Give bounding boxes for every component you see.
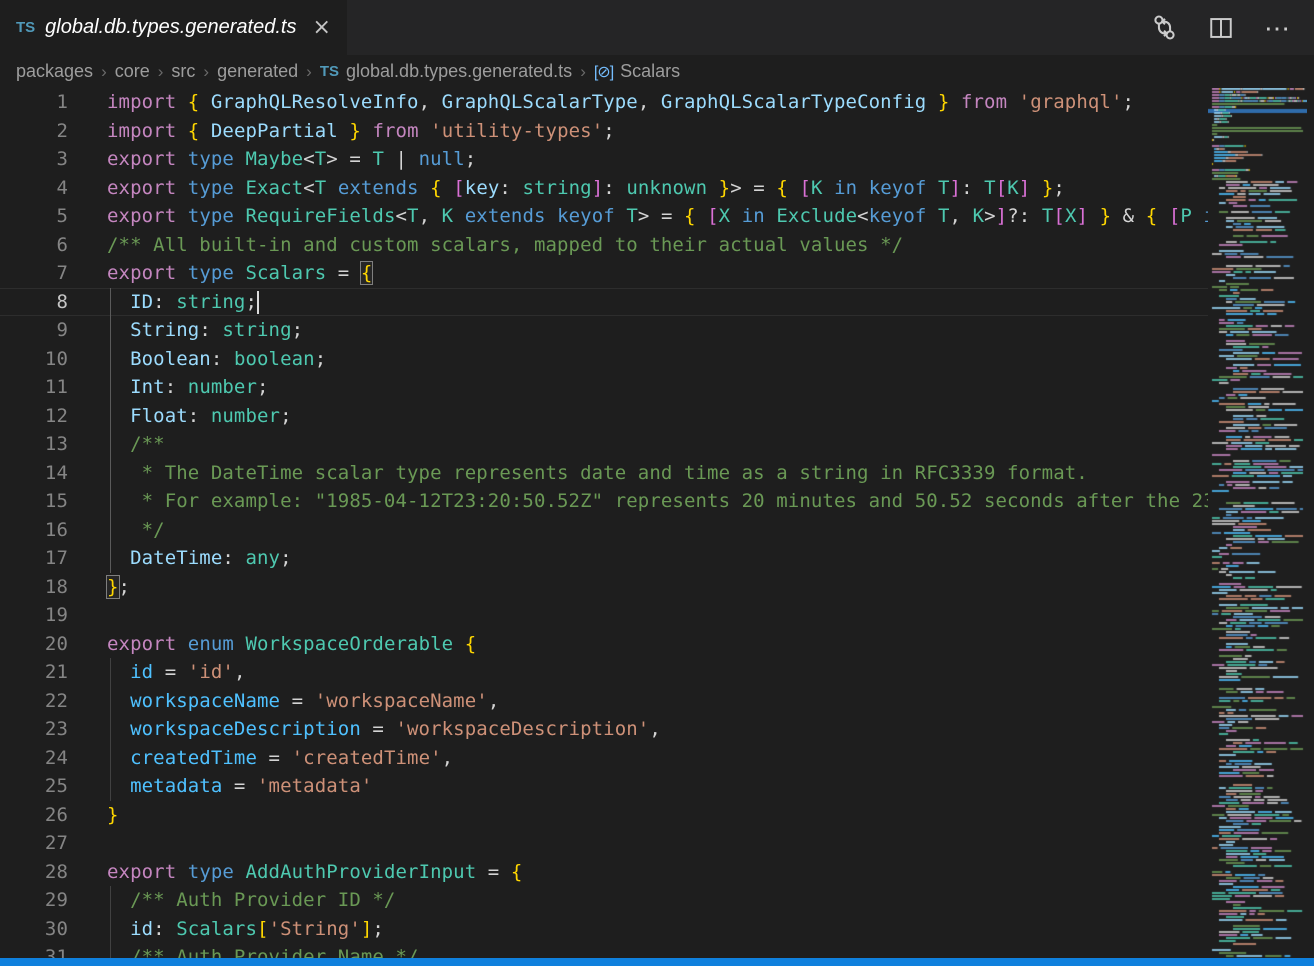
breadcrumb-item-generated[interactable]: generated (217, 61, 298, 82)
line-number[interactable]: 26 (0, 801, 89, 830)
code-line-8: ID: string; (107, 288, 1208, 317)
breadcrumb-item-core[interactable]: core (115, 61, 150, 82)
line-number[interactable]: 22 (0, 687, 89, 716)
code-line-2: import { DeepPartial } from 'utility-typ… (107, 117, 1208, 146)
symbol-type-icon: [⊘] (594, 62, 613, 82)
line-number[interactable]: 12 (0, 402, 89, 431)
line-number[interactable]: 29 (0, 886, 89, 915)
line-number[interactable]: 27 (0, 829, 89, 858)
line-number[interactable]: 28 (0, 858, 89, 887)
breadcrumb-separator: › (306, 62, 312, 82)
breadcrumb-label: Scalars (620, 61, 680, 82)
code-line-24: createdTime = 'createdTime', (107, 744, 1208, 773)
tab-bar: TS global.db.types.generated.ts × ⋯ (0, 0, 1314, 55)
code-line-1: import { GraphQLResolveInfo, GraphQLScal… (107, 88, 1208, 117)
breadcrumb-item-global-db-types-generated-ts[interactable]: TS global.db.types.generated.ts (320, 61, 572, 82)
line-number[interactable]: 23 (0, 715, 89, 744)
code-line-30: id: Scalars['String']; (107, 915, 1208, 944)
code-line-3: export type Maybe<T> = T | null; (107, 145, 1208, 174)
line-number[interactable]: 13 (0, 430, 89, 459)
breadcrumb-separator: › (580, 62, 586, 82)
line-number[interactable]: 6 (0, 231, 89, 260)
code-line-26: } (107, 801, 1208, 830)
open-changes-icon[interactable] (1151, 14, 1178, 41)
split-editor-icon[interactable] (1208, 15, 1234, 41)
breadcrumb: packages › core › src › generated › TS global.db.… (0, 55, 1314, 88)
code-line-4: export type Exact<T extends { [key: stri… (107, 174, 1208, 203)
code-line-25: metadata = 'metadata' (107, 772, 1208, 801)
line-number[interactable]: 24 (0, 744, 89, 773)
code-line-9: String: string; (107, 316, 1208, 345)
code-line-17: DateTime: any; (107, 544, 1208, 573)
line-number[interactable]: 4 (0, 174, 89, 203)
line-number[interactable]: 17 (0, 544, 89, 573)
code-lines[interactable]: import { GraphQLResolveInfo, GraphQLScal… (89, 88, 1208, 958)
line-number[interactable]: 11 (0, 373, 89, 402)
line-number[interactable]: 14 (0, 459, 89, 488)
code-line-5: export type RequireFields<T, K extends k… (107, 202, 1208, 231)
breadcrumb-item-scalars[interactable]: [⊘] Scalars (594, 61, 680, 82)
line-number-gutter[interactable]: 1234567891011121314151617181920212223242… (0, 88, 89, 958)
breadcrumb-item-src[interactable]: src (171, 61, 195, 82)
ts-file-icon: TS (16, 19, 35, 36)
code-line-11: Int: number; (107, 373, 1208, 402)
line-number[interactable]: 7 (0, 259, 89, 288)
line-number[interactable]: 31 (0, 943, 89, 958)
code-line-15: * For example: "1985-04-12T23:20:50.52Z"… (107, 487, 1208, 516)
code-line-27 (107, 829, 1208, 858)
line-number[interactable]: 15 (0, 487, 89, 516)
line-number[interactable]: 2 (0, 117, 89, 146)
line-number[interactable]: 5 (0, 202, 89, 231)
breadcrumb-label: packages (16, 61, 93, 82)
line-number[interactable]: 19 (0, 601, 89, 630)
code-line-23: workspaceDescription = 'workspaceDescrip… (107, 715, 1208, 744)
line-number[interactable]: 21 (0, 658, 89, 687)
line-number[interactable]: 20 (0, 630, 89, 659)
code-line-14: * The DateTime scalar type represents da… (107, 459, 1208, 488)
breadcrumb-label: core (115, 61, 150, 82)
line-number[interactable]: 9 (0, 316, 89, 345)
status-bar (0, 958, 1314, 966)
code-line-29: /** Auth Provider ID */ (107, 886, 1208, 915)
breadcrumb-label: src (171, 61, 195, 82)
breadcrumb-separator: › (158, 62, 164, 82)
code-line-28: export type AddAuthProviderInput = { (107, 858, 1208, 887)
line-number[interactable]: 10 (0, 345, 89, 374)
code-line-7: export type Scalars = { (107, 259, 1208, 288)
line-number[interactable]: 25 (0, 772, 89, 801)
code-line-13: /** (107, 430, 1208, 459)
code-line-22: workspaceName = 'workspaceName', (107, 687, 1208, 716)
code-line-18: }; (107, 573, 1208, 602)
code-line-12: Float: number; (107, 402, 1208, 431)
code-line-31: /** Auth Provider Name */ (107, 943, 1208, 958)
vscode-window: { "tab_bar": { "tab": { "icon_label": "T… (0, 0, 1314, 966)
code-line-16: */ (107, 516, 1208, 545)
code-line-6: /** All built-in and custom scalars, map… (107, 231, 1208, 260)
line-number[interactable]: 30 (0, 915, 89, 944)
code-line-20: export enum WorkspaceOrderable { (107, 630, 1208, 659)
breadcrumb-separator: › (101, 62, 107, 82)
minimap[interactable] (1208, 88, 1307, 958)
code-line-19 (107, 601, 1208, 630)
breadcrumb-separator: › (203, 62, 209, 82)
code-line-21: id = 'id', (107, 658, 1208, 687)
ts-file-icon: TS (320, 63, 339, 80)
line-number[interactable]: 3 (0, 145, 89, 174)
editor-actions: ⋯ (1151, 0, 1314, 55)
line-number[interactable]: 18 (0, 573, 89, 602)
tab-label: global.db.types.generated.ts (45, 16, 296, 39)
code-line-10: Boolean: boolean; (107, 345, 1208, 374)
breadcrumb-label: global.db.types.generated.ts (346, 61, 572, 82)
tab-global-db-types[interactable]: TS global.db.types.generated.ts × (0, 0, 347, 55)
breadcrumb-label: generated (217, 61, 298, 82)
line-number[interactable]: 8 (0, 288, 89, 317)
breadcrumb-item-packages[interactable]: packages (16, 61, 93, 82)
close-tab-icon[interactable]: × (312, 17, 330, 39)
line-number[interactable]: 16 (0, 516, 89, 545)
code-editor[interactable]: 1234567891011121314151617181920212223242… (0, 88, 1314, 958)
line-number[interactable]: 1 (0, 88, 89, 117)
